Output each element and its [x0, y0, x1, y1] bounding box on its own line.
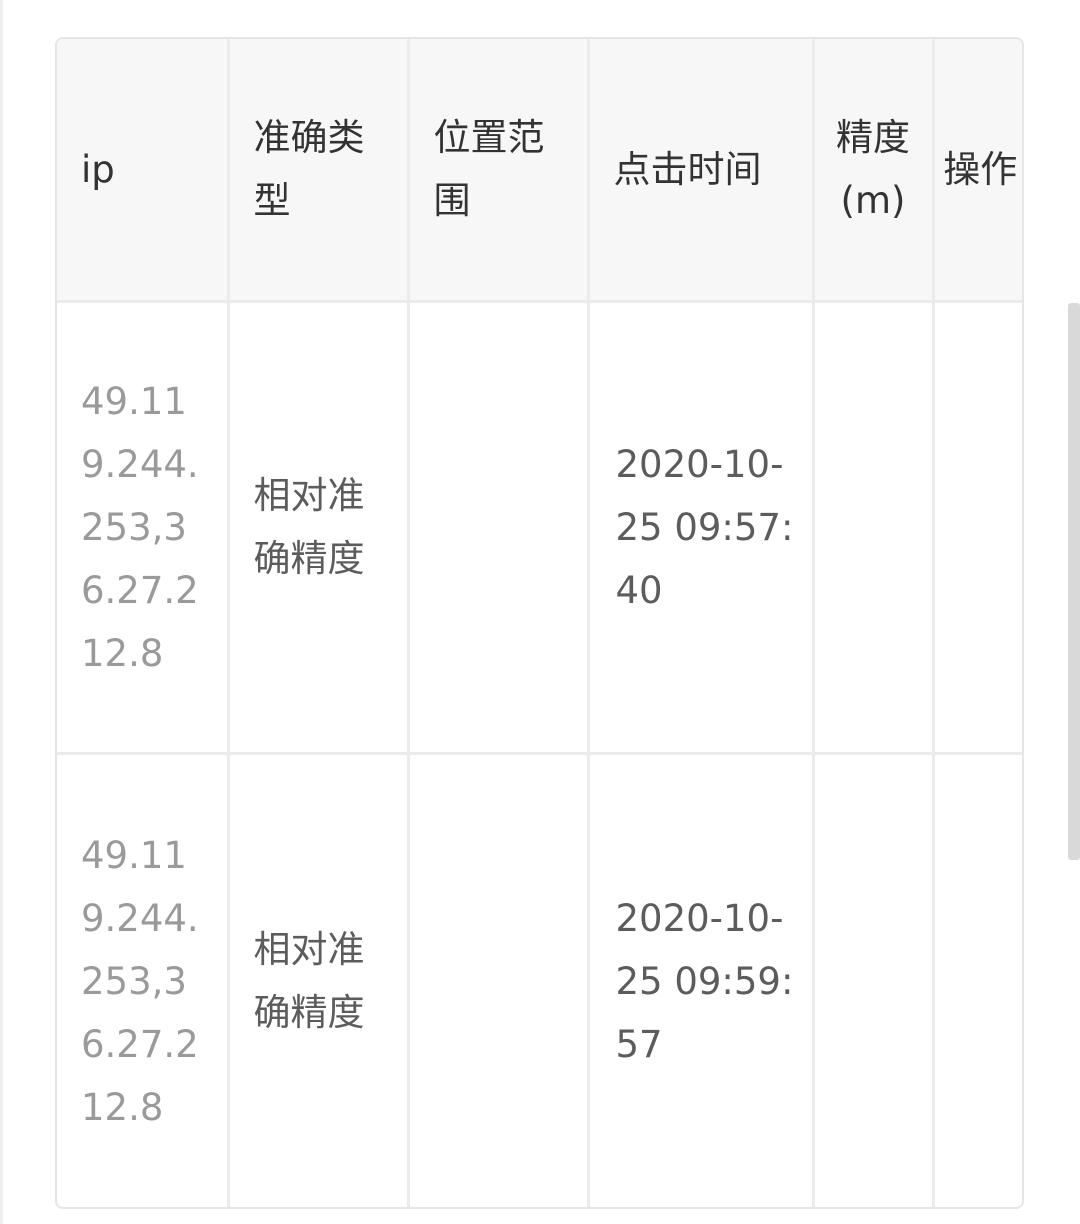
header-action: 操作: [933, 39, 1022, 303]
table-row: 49.119.244.253,36.27.212.8 相对准确精度 2020-1…: [57, 753, 1022, 1207]
header-click-time: 点击时间: [588, 39, 815, 303]
records-table: ip 准确类型 位置范围 点击时间 精度(m) 操作 49.119.244.25…: [57, 39, 1022, 1207]
cell-precision: [813, 301, 935, 755]
cell-click-time: 2020-10-25 09:59:57: [588, 753, 815, 1207]
header-ip: ip: [57, 39, 230, 303]
header-row: ip 准确类型 位置范围 点击时间 精度(m) 操作: [57, 39, 1022, 303]
header-accuracy-type: 准确类型: [228, 39, 410, 303]
cell-accuracy-type: 相对准确精度: [228, 301, 410, 755]
cell-click-time: 2020-10-25 09:57:40: [588, 301, 815, 755]
table-row: 49.119.244.253,36.27.212.8 相对准确精度 2020-1…: [57, 301, 1022, 755]
vertical-scrollbar[interactable]: [1068, 303, 1080, 860]
records-table-container: ip 准确类型 位置范围 点击时间 精度(m) 操作 49.119.244.25…: [55, 37, 1024, 1209]
cell-ip: 49.119.244.253,36.27.212.8: [57, 753, 230, 1207]
cell-accuracy-type: 相对准确精度: [228, 753, 410, 1207]
table-body: 49.119.244.253,36.27.212.8 相对准确精度 2020-1…: [57, 301, 1022, 1207]
cell-action[interactable]: [933, 301, 1022, 755]
header-position-range: 位置范围: [408, 39, 590, 303]
cell-position-range: [408, 753, 590, 1207]
cell-action[interactable]: [933, 753, 1022, 1207]
cell-ip: 49.119.244.253,36.27.212.8: [57, 301, 230, 755]
cell-precision: [813, 753, 935, 1207]
left-edge-divider: [0, 0, 3, 1224]
table-header: ip 准确类型 位置范围 点击时间 精度(m) 操作: [57, 39, 1022, 303]
page: ip 准确类型 位置范围 点击时间 精度(m) 操作 49.119.244.25…: [0, 0, 1080, 1224]
header-precision: 精度(m): [813, 39, 935, 303]
cell-position-range: [408, 301, 590, 755]
